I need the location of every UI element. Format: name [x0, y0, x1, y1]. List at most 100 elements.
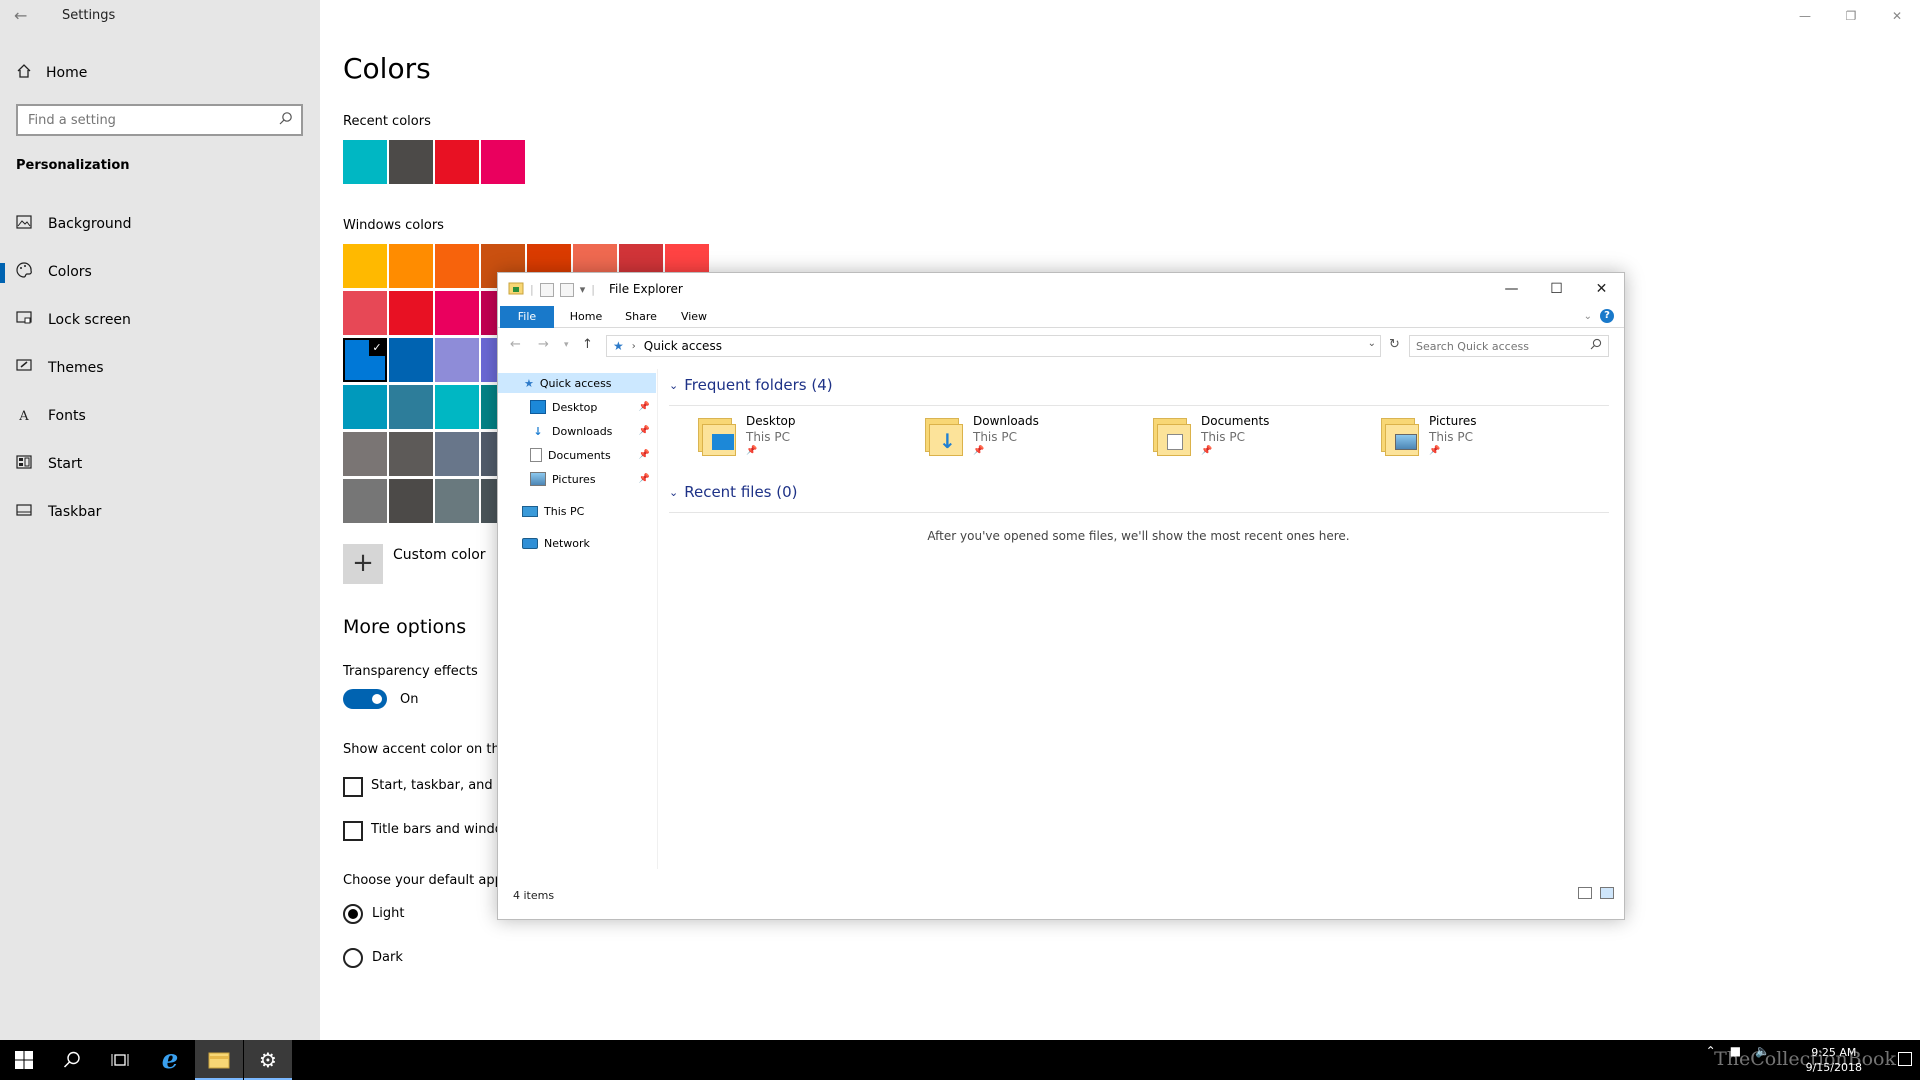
color-swatch[interactable]: [343, 479, 387, 523]
color-swatch[interactable]: [389, 244, 433, 288]
start-button[interactable]: [0, 1040, 48, 1080]
breadcrumb-chevron-icon[interactable]: ›: [632, 341, 636, 352]
sidebar-item-colors[interactable]: Colors: [0, 257, 320, 287]
details-view-icon[interactable]: [1578, 887, 1592, 899]
up-arrow-icon[interactable]: ↑: [582, 337, 593, 352]
sidebar-item-fonts[interactable]: A Fonts: [0, 401, 320, 431]
customize-toolbar-icon[interactable]: ▾: [580, 283, 586, 296]
network-icon[interactable]: ■: [1730, 1044, 1741, 1058]
search-icon[interactable]: [1590, 338, 1602, 354]
taskbar-file-explorer[interactable]: [195, 1040, 243, 1080]
large-icons-view-icon[interactable]: [1600, 887, 1614, 899]
color-swatch[interactable]: [389, 140, 433, 184]
color-swatch[interactable]: [343, 432, 387, 476]
color-swatch[interactable]: [435, 140, 479, 184]
pin-icon[interactable]: 📌: [639, 474, 650, 484]
color-swatch[interactable]: [435, 291, 479, 335]
accent-titlebar-checkbox[interactable]: [343, 821, 363, 841]
tab-file[interactable]: File: [500, 306, 554, 328]
color-swatch[interactable]: [481, 140, 525, 184]
color-swatch[interactable]: [435, 338, 479, 382]
minimize-icon[interactable]: —: [1489, 273, 1534, 305]
pin-icon[interactable]: 📌: [639, 402, 650, 412]
transparency-toggle[interactable]: [343, 689, 387, 709]
sidebar-item-start[interactable]: Start: [0, 449, 320, 479]
dark-mode-radio[interactable]: [343, 948, 363, 968]
nav-downloads[interactable]: ↓ Downloads 📌: [530, 421, 656, 441]
action-center-icon[interactable]: [1898, 1052, 1912, 1066]
color-swatch[interactable]: ✓: [343, 338, 387, 382]
custom-color-button[interactable]: +: [343, 544, 383, 584]
tab-home[interactable]: Home: [562, 306, 610, 328]
sidebar-item-background[interactable]: Background: [0, 209, 320, 239]
color-swatch[interactable]: [389, 479, 433, 523]
folder-tile-downloads[interactable]: ↓ Downloads This PC 📌: [925, 414, 1125, 462]
color-swatch[interactable]: [343, 291, 387, 335]
folder-tile-pictures[interactable]: Pictures This PC 📌: [1381, 414, 1581, 462]
address-dropdown-icon[interactable]: ⌄: [1368, 338, 1376, 349]
custom-color-label[interactable]: Custom color: [393, 547, 486, 563]
task-view-button[interactable]: [96, 1040, 144, 1080]
chevron-up-icon[interactable]: ⌃: [1706, 1044, 1716, 1058]
home-nav-item[interactable]: Home: [16, 62, 87, 84]
expand-ribbon-icon[interactable]: ⌄: [1584, 311, 1592, 322]
search-icon[interactable]: [279, 111, 293, 129]
light-mode-radio[interactable]: [343, 904, 363, 924]
settings-search-input[interactable]: [28, 112, 268, 128]
back-arrow-icon[interactable]: ←: [510, 337, 521, 352]
pin-icon[interactable]: 📌: [639, 450, 650, 460]
maximize-icon[interactable]: ☐: [1534, 273, 1579, 305]
search-button[interactable]: [48, 1040, 96, 1080]
tab-share[interactable]: Share: [616, 306, 666, 328]
refresh-icon[interactable]: ↻: [1389, 337, 1400, 352]
explorer-window-controls: — ☐ ✕: [1489, 273, 1624, 305]
accent-start-checkbox[interactable]: [343, 777, 363, 797]
color-swatch[interactable]: [389, 291, 433, 335]
nav-quick-access[interactable]: ★ Quick access: [498, 373, 656, 393]
folder-tile-desktop[interactable]: Desktop This PC 📌: [698, 414, 898, 462]
explorer-search-box[interactable]: [1409, 335, 1609, 357]
color-swatch[interactable]: [389, 385, 433, 429]
nav-desktop[interactable]: Desktop 📌: [530, 397, 656, 417]
address-path[interactable]: Quick access: [644, 339, 722, 353]
chevron-down-icon[interactable]: ⌄: [669, 486, 678, 499]
volume-icon[interactable]: 🔈: [1755, 1044, 1770, 1058]
chevron-down-icon[interactable]: ⌄: [669, 379, 678, 392]
color-swatch[interactable]: [343, 140, 387, 184]
address-box[interactable]: ★ › Quick access ⌄: [606, 335, 1381, 357]
color-swatch[interactable]: [389, 338, 433, 382]
color-swatch[interactable]: [343, 244, 387, 288]
color-swatch[interactable]: [435, 432, 479, 476]
nav-network[interactable]: Network: [522, 533, 656, 553]
recent-files-group[interactable]: ⌄ Recent files (0): [669, 483, 1614, 501]
clock[interactable]: 9:25 AM 9/15/2018: [1806, 1045, 1862, 1075]
sidebar-item-taskbar[interactable]: Taskbar: [0, 497, 320, 527]
taskbar-settings[interactable]: ⚙: [244, 1040, 292, 1080]
back-arrow-icon[interactable]: ←: [14, 6, 34, 26]
folder-icon: [1153, 418, 1195, 456]
close-icon[interactable]: ✕: [1579, 273, 1624, 305]
taskbar-internet-explorer[interactable]: e: [146, 1040, 194, 1080]
nav-documents[interactable]: Documents 📌: [530, 445, 656, 465]
color-swatch[interactable]: [435, 244, 479, 288]
nav-pictures[interactable]: Pictures 📌: [530, 469, 656, 489]
sidebar-item-themes[interactable]: Themes: [0, 353, 320, 383]
recent-locations-icon[interactable]: ▾: [564, 340, 569, 350]
font-icon: A: [19, 408, 29, 424]
color-swatch[interactable]: [435, 479, 479, 523]
color-swatch[interactable]: [343, 385, 387, 429]
forward-arrow-icon[interactable]: →: [538, 337, 549, 352]
tab-view[interactable]: View: [672, 306, 716, 328]
new-folder-icon[interactable]: [559, 282, 574, 297]
settings-search-box[interactable]: [16, 104, 303, 136]
sidebar-item-lock-screen[interactable]: Lock screen: [0, 305, 320, 335]
color-swatch[interactable]: [389, 432, 433, 476]
nav-this-pc[interactable]: This PC: [522, 501, 656, 521]
color-swatch[interactable]: [435, 385, 479, 429]
folder-tile-documents[interactable]: Documents This PC 📌: [1153, 414, 1353, 462]
help-icon[interactable]: ?: [1600, 309, 1614, 323]
pin-icon[interactable]: 📌: [639, 426, 650, 436]
explorer-search-input[interactable]: [1416, 339, 1576, 353]
properties-icon[interactable]: [539, 282, 554, 297]
frequent-folders-group[interactable]: ⌄ Frequent folders (4): [669, 376, 1614, 394]
